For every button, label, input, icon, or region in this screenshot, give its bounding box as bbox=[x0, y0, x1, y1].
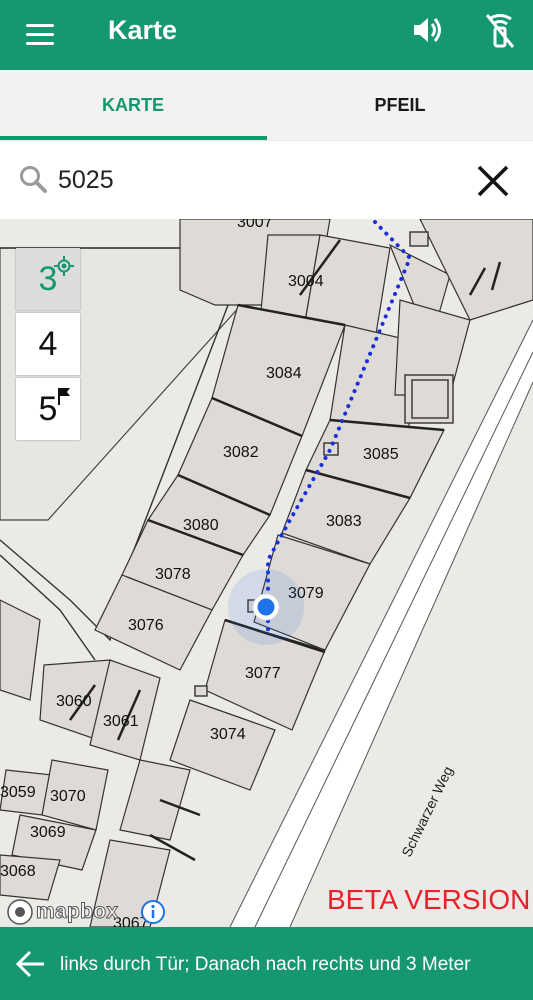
room-label: 3074 bbox=[210, 726, 246, 743]
floor-button-5[interactable]: 5 bbox=[16, 378, 80, 440]
floor-button-4[interactable]: 4 bbox=[16, 313, 80, 375]
room-label: 3070 bbox=[50, 788, 86, 805]
floor-label: 5 bbox=[38, 389, 58, 428]
signal-off-icon[interactable] bbox=[482, 10, 518, 50]
room-label: 3076 bbox=[128, 617, 164, 634]
info-icon[interactable] bbox=[140, 899, 166, 925]
search-icon bbox=[20, 166, 47, 193]
beta-label: BETA VERSION bbox=[327, 884, 531, 915]
room-label: 3077 bbox=[245, 665, 281, 682]
room-label: 3007 bbox=[237, 219, 273, 231]
mapbox-logo-text: mapbox bbox=[35, 900, 119, 924]
current-location-marker bbox=[228, 569, 304, 645]
room-label: 3060 bbox=[56, 693, 92, 710]
floor-selector: 3 4 5 bbox=[14, 248, 82, 443]
close-icon[interactable] bbox=[474, 162, 512, 200]
volume-icon[interactable] bbox=[410, 12, 446, 48]
room-label: 3083 bbox=[326, 513, 362, 530]
floor-label: 4 bbox=[38, 324, 58, 363]
tab-pfeil[interactable]: PFEIL bbox=[267, 70, 533, 140]
room-label: 3069 bbox=[30, 824, 66, 841]
room-label: 3080 bbox=[183, 517, 219, 534]
room-label: 3061 bbox=[103, 713, 139, 730]
room-label: 3078 bbox=[155, 566, 191, 583]
room-label: 3004 bbox=[288, 273, 324, 290]
tab-karte[interactable]: KARTE bbox=[0, 70, 266, 140]
search-bar bbox=[0, 141, 533, 219]
room-label: 3068 bbox=[0, 863, 36, 880]
instruction-bar: links durch Tür; Danach nach rechts und … bbox=[0, 927, 533, 1000]
room-label: 3082 bbox=[223, 444, 259, 461]
room-label: 3084 bbox=[266, 365, 302, 382]
search-input[interactable] bbox=[58, 161, 438, 199]
arrow-left-icon[interactable] bbox=[14, 947, 48, 981]
mapbox-attribution: mapbox bbox=[6, 897, 119, 927]
navigation-instruction: links durch Tür; Danach nach rechts und … bbox=[60, 954, 471, 975]
page-title: Karte bbox=[108, 15, 178, 45]
menu-icon[interactable] bbox=[22, 18, 56, 52]
location-icon bbox=[54, 256, 74, 276]
room-label: 3059 bbox=[0, 784, 36, 801]
app-bar: Karte bbox=[0, 0, 533, 70]
flag-icon bbox=[58, 388, 70, 405]
floor-button-3[interactable]: 3 bbox=[16, 248, 80, 310]
room-label: 3085 bbox=[363, 446, 399, 463]
tab-indicator bbox=[0, 136, 267, 140]
mapbox-logo-icon bbox=[7, 899, 33, 925]
tab-bar: KARTE PFEIL bbox=[0, 70, 533, 140]
